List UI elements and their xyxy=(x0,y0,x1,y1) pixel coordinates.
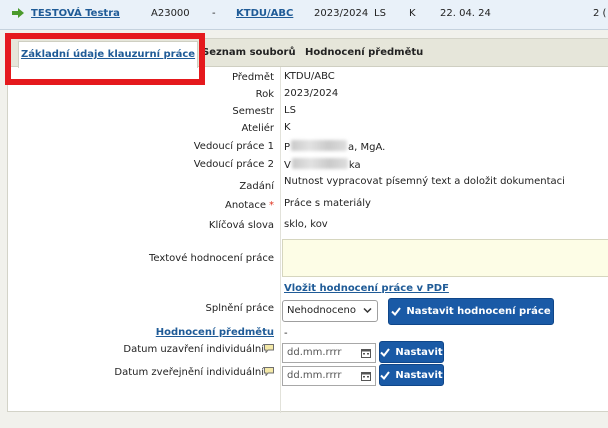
record-truncated-value: 2 ( xyxy=(593,8,607,19)
tab-basic-info-link[interactable]: Základní údaje klauzurní práce xyxy=(21,49,195,60)
close-date-input[interactable]: dd.mm.rrrr xyxy=(282,343,376,363)
supervisor-1-suffix: a, MgA. xyxy=(348,142,386,153)
set-close-date-button-label: Nastavit xyxy=(395,346,443,358)
record-dash: - xyxy=(212,8,216,19)
studio-label: Ateliér xyxy=(241,123,274,134)
insert-pdf-link[interactable]: Vložit hodnocení práce v PDF xyxy=(284,283,449,294)
record-semester: LS xyxy=(374,8,386,19)
row-supervisor-1: Vedoucí práce 1 Pa, MgA. xyxy=(8,137,608,155)
row-keywords: Klíčová slova sklo, kov xyxy=(8,215,608,236)
check-icon xyxy=(380,370,391,380)
comment-icon[interactable] xyxy=(264,344,274,353)
row-semester: Semestr LS xyxy=(8,103,608,120)
semester-label: Semestr xyxy=(232,106,274,117)
record-type: K xyxy=(409,8,416,19)
supervisor-2-prefix: V xyxy=(284,160,291,171)
row-subject: Předmět KTDU/ABC xyxy=(8,68,608,86)
row-studio: Ateliér K xyxy=(8,120,608,137)
text-evaluation-textarea[interactable] xyxy=(282,239,608,277)
row-assignment: Zadání Nutnost vypracovat písemný text a… xyxy=(8,173,608,195)
row-completion: Splnění práce Nehodnoceno Nastavit hodno… xyxy=(8,297,608,328)
supervisor-1-label: Vedoucí práce 1 xyxy=(193,140,274,152)
subject-link[interactable]: KTDU/ABC xyxy=(236,8,293,19)
row-year: Rok 2023/2024 xyxy=(8,86,608,103)
arrow-right-icon xyxy=(12,8,24,18)
annotation-label-cell: Anotace * xyxy=(8,195,278,215)
record-year: 2023/2024 xyxy=(314,8,369,19)
comment-icon[interactable] xyxy=(264,367,274,376)
chevron-down-icon xyxy=(363,307,372,314)
row-insert-pdf: Vložit hodnocení práce v PDF xyxy=(8,283,608,298)
calendar-icon[interactable] xyxy=(361,371,371,381)
tab-course-evaluation[interactable]: Hodnocení předmětu xyxy=(305,39,423,67)
row-annotation: Anotace * Práce s materiály xyxy=(8,195,608,215)
year-label: Rok xyxy=(255,89,274,100)
tab-basic-info[interactable]: Základní údaje klauzurní práce xyxy=(18,41,198,68)
detail-panel: Základní údaje klauzurní práce Seznam so… xyxy=(7,38,608,413)
set-publish-date-button-label: Nastavit xyxy=(395,369,443,381)
set-publish-date-button[interactable]: Nastavit xyxy=(379,364,444,386)
row-course-evaluation: Hodnocení předmětu - xyxy=(8,327,608,342)
record-row: TESTOVÁ Testra A23000 - KTDU/ABC 2023/20… xyxy=(0,0,608,30)
close-date-label: Datum uzavření individuální xyxy=(123,344,264,355)
tab-file-list[interactable]: Seznam souborů xyxy=(202,39,296,67)
set-evaluation-button[interactable]: Nastavit hodnocení práce xyxy=(388,298,554,325)
row-publish-date: Datum zveřejnění individuální dd.mm.rrrr… xyxy=(8,364,608,388)
record-date: 22. 04. 24 xyxy=(440,8,491,19)
publish-date-placeholder: dd.mm.rrrr xyxy=(287,370,342,381)
supervisor-2-label: Vedoucí práce 2 xyxy=(193,158,274,170)
required-asterisk: * xyxy=(269,199,274,211)
close-date-placeholder: dd.mm.rrrr xyxy=(287,347,342,358)
publish-date-label: Datum zveřejnění individuální xyxy=(114,367,264,378)
annotation-label: Anotace xyxy=(225,199,266,211)
student-code: A23000 xyxy=(151,8,190,19)
completion-selected-value: Nehodnoceno xyxy=(287,305,356,316)
set-evaluation-button-label: Nastavit hodnocení práce xyxy=(406,306,551,317)
calendar-icon[interactable] xyxy=(361,348,371,358)
check-icon xyxy=(380,347,391,357)
redacted-name-blur xyxy=(291,140,348,151)
student-link[interactable]: TESTOVÁ Testra xyxy=(31,8,120,19)
row-text-evaluation: Textové hodnocení práce xyxy=(8,236,608,280)
course-evaluation-link[interactable]: Hodnocení předmětu xyxy=(156,327,274,338)
publish-date-label-cell: Datum zveřejnění individuální xyxy=(8,367,278,391)
redacted-name-blur xyxy=(291,158,348,169)
row-close-date: Datum uzavření individuální dd.mm.rrrr N… xyxy=(8,341,608,365)
text-evaluation-label: Textové hodnocení práce xyxy=(148,252,274,264)
row-supervisor-2: Vedoucí práce 2 Vka xyxy=(8,155,608,173)
set-close-date-button[interactable]: Nastavit xyxy=(379,341,444,363)
completion-select[interactable]: Nehodnoceno xyxy=(282,300,378,322)
check-icon xyxy=(391,307,402,316)
supervisor-1-prefix: P xyxy=(284,142,291,153)
subject-label: Předmět xyxy=(231,71,274,83)
supervisor-2-suffix: ka xyxy=(348,160,361,171)
keywords-label: Klíčová slova xyxy=(208,220,274,231)
tab-bar: Základní údaje klauzurní práce Seznam so… xyxy=(8,39,608,68)
publish-date-input[interactable]: dd.mm.rrrr xyxy=(282,366,376,386)
